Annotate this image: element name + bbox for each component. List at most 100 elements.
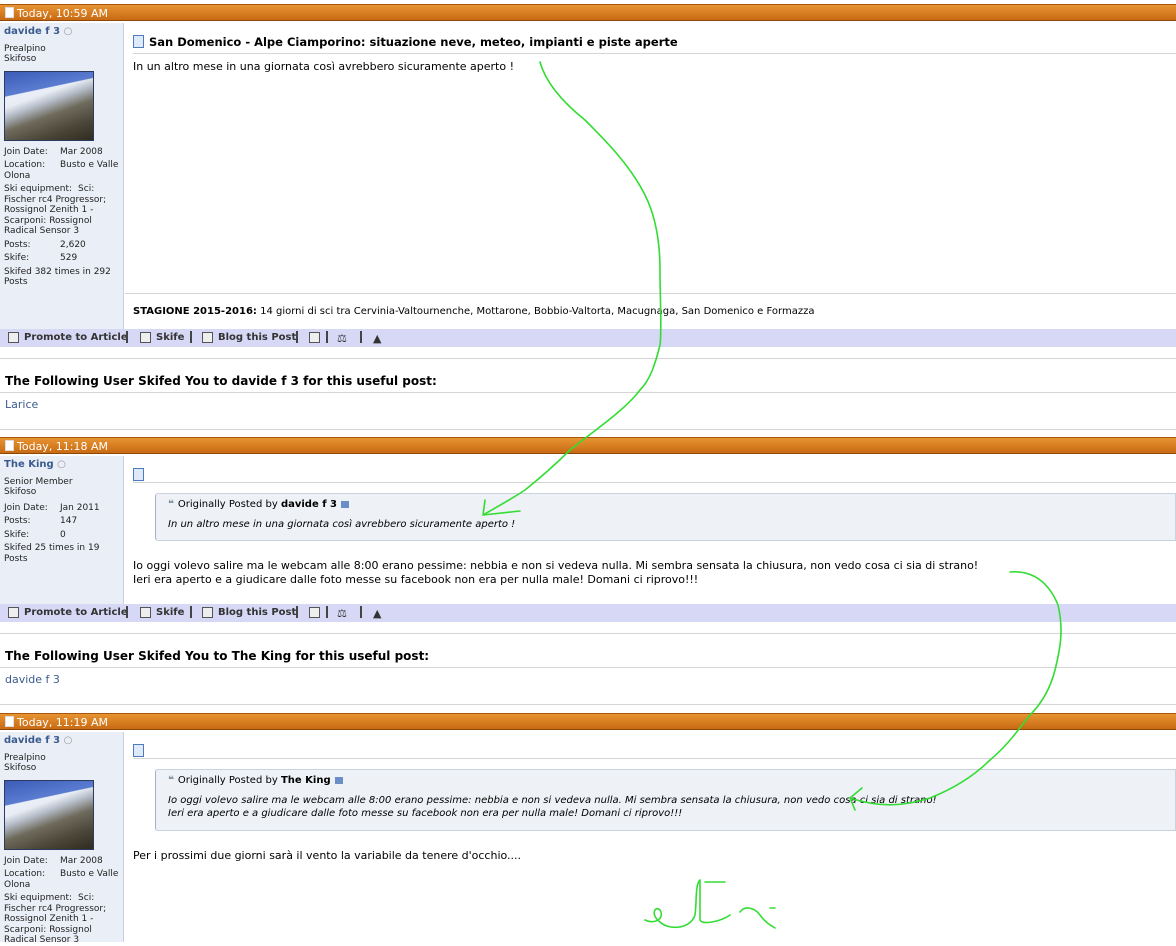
join-date-label: Join Date: (4, 502, 48, 513)
post-body: In un altro mese in una giornata così av… (133, 60, 514, 73)
skifed-heading: The Following User Skifed You to davide … (0, 374, 1176, 393)
user-rank: Skifoso (4, 763, 37, 773)
username-link[interactable]: davide f 3 ○ (4, 26, 119, 38)
warning-icon: ▲ (373, 607, 382, 620)
promote-button[interactable]: Promote to Article (8, 332, 128, 343)
post-1: Today, 10:59 AM davide f 3 ○ Prealpino S… (0, 4, 1176, 434)
reputation-button[interactable]: ⚖ (337, 607, 347, 620)
post-title: San Domenico - Alpe Ciamporino: situazio… (149, 35, 678, 49)
quote-header: ❝ Originally Posted by davide f 3 (168, 499, 350, 510)
skifed-box: The Following User Skifed You to The Kin… (0, 633, 1176, 705)
offline-status-icon: ○ (57, 459, 66, 470)
post-timestamp: Today, 11:18 AM (17, 440, 109, 453)
join-date-label: Join Date: (4, 855, 48, 866)
posts-label: Posts: (4, 239, 31, 250)
warning-icon: ▲ (373, 332, 382, 345)
skifed-user-link[interactable]: Larice (0, 398, 1176, 411)
quote-author: The King (280, 775, 331, 786)
post-icon (133, 35, 144, 48)
post-timestamp: Today, 11:19 AM (17, 716, 109, 729)
user-info-panel: The King ○ Senior Member Skifoso Join Da… (0, 456, 124, 604)
quote-text: Io oggi volevo salire ma le webcam alle … (168, 795, 937, 819)
post-header: Today, 11:18 AM (0, 437, 1176, 454)
post-icon (133, 468, 144, 481)
ip-icon (309, 607, 320, 618)
signature: STAGIONE 2015-2016: 14 giorni di sci tra… (133, 306, 815, 317)
skife-count: 529 (60, 253, 78, 263)
quote-box: ❝ Originally Posted by The King Io oggi v… (155, 769, 1176, 831)
view-post-icon[interactable] (341, 501, 350, 508)
blog-button[interactable]: Blog this Post (202, 607, 296, 618)
post-body: Io oggi volevo salire ma le webcam alle … (133, 559, 979, 586)
article-icon (8, 332, 19, 343)
join-date-value: Mar 2008 (60, 146, 103, 157)
quote-text: In un altro mese in una giornata così av… (168, 519, 516, 530)
post-content: San Domenico - Alpe Ciamporino: situazio… (125, 23, 1176, 329)
thumbs-up-icon (140, 332, 151, 343)
promote-button[interactable]: Promote to Article (8, 607, 128, 618)
blog-button[interactable]: Blog this Post (202, 332, 296, 343)
post-2: Today, 11:18 AM The King ○ Senior Member… (0, 437, 1176, 711)
equipment-label: Ski equipment: (4, 184, 73, 194)
skifed-box: The Following User Skifed You to davide … (0, 358, 1176, 430)
posts-count: 147 (60, 516, 78, 526)
post-body: Per i prossimi due giorni sarà il vento … (133, 849, 522, 862)
skife-button[interactable]: Skife (140, 332, 184, 343)
post-icon (133, 744, 144, 757)
user-title: Prealpino (4, 43, 46, 54)
user-info-panel: davide f 3 ○ Prealpino Skifoso Join Date… (0, 732, 124, 945)
posts-label: Posts: (4, 516, 31, 526)
skife-label: Skife: (4, 529, 30, 540)
skife-button[interactable]: Skife (140, 607, 184, 618)
post-header: Today, 10:59 AM (0, 4, 1176, 21)
skifed-heading: The Following User Skifed You to The Kin… (0, 649, 1176, 668)
posts-count: 2,620 (60, 239, 86, 250)
avatar[interactable] (4, 779, 94, 850)
post-toolbar: Promote to Article Skife Blog this Post … (0, 329, 1176, 347)
document-icon (5, 716, 14, 727)
ip-button[interactable] (309, 607, 325, 618)
article-icon (8, 607, 19, 618)
report-button[interactable]: ▲ (373, 607, 381, 620)
join-date-value: Jan 2011 (60, 502, 100, 513)
avatar[interactable] (4, 70, 94, 141)
offline-status-icon: ○ (63, 26, 73, 37)
username-link[interactable]: davide f 3 ○ (4, 735, 119, 747)
report-button[interactable]: ▲ (373, 332, 381, 345)
ip-icon (309, 332, 320, 343)
skife-count: 0 (60, 529, 66, 540)
blog-icon (202, 332, 213, 343)
offline-status-icon: ○ (63, 735, 73, 746)
post-content (125, 732, 1176, 942)
post-toolbar: Promote to Article Skife Blog this Post … (0, 604, 1176, 622)
location-label: Location: (4, 869, 46, 879)
user-title: Senior Member (4, 476, 73, 487)
view-post-icon[interactable] (334, 777, 343, 784)
document-icon (5, 440, 14, 451)
quote-author: davide f 3 (280, 499, 338, 510)
user-rank: Skifoso (4, 487, 37, 497)
equipment-label: Ski equipment: (4, 893, 73, 903)
post-header: Today, 11:19 AM (0, 713, 1176, 730)
scales-icon: ⚖ (337, 332, 347, 345)
thumbs-up-icon (140, 607, 151, 618)
quote-icon: ❝ (168, 775, 174, 786)
document-icon (5, 7, 14, 18)
quote-box: ❝ Originally Posted by davide f 3 In un a… (155, 493, 1176, 541)
ip-button[interactable] (309, 332, 325, 343)
user-rank: Skifoso (4, 54, 37, 64)
scales-icon: ⚖ (337, 607, 347, 620)
location-label: Location: (4, 160, 46, 170)
user-title: Prealpino (4, 752, 46, 763)
join-date-label: Join Date: (4, 146, 48, 157)
user-info-panel: davide f 3 ○ Prealpino Skifoso Join Date… (0, 23, 124, 329)
post-timestamp: Today, 10:59 AM (17, 7, 109, 20)
quote-icon: ❝ (168, 499, 174, 510)
skifed-count: Skifed 25 times in 19 Posts (4, 543, 100, 564)
skifed-user-link[interactable]: davide f 3 (0, 673, 1176, 686)
username-link[interactable]: The King ○ (4, 459, 119, 471)
reputation-button[interactable]: ⚖ (337, 332, 347, 345)
skifed-count: Skifed 382 times in 292 Posts (4, 266, 111, 288)
quote-header: ❝ Originally Posted by The King (168, 775, 343, 786)
blog-icon (202, 607, 213, 618)
